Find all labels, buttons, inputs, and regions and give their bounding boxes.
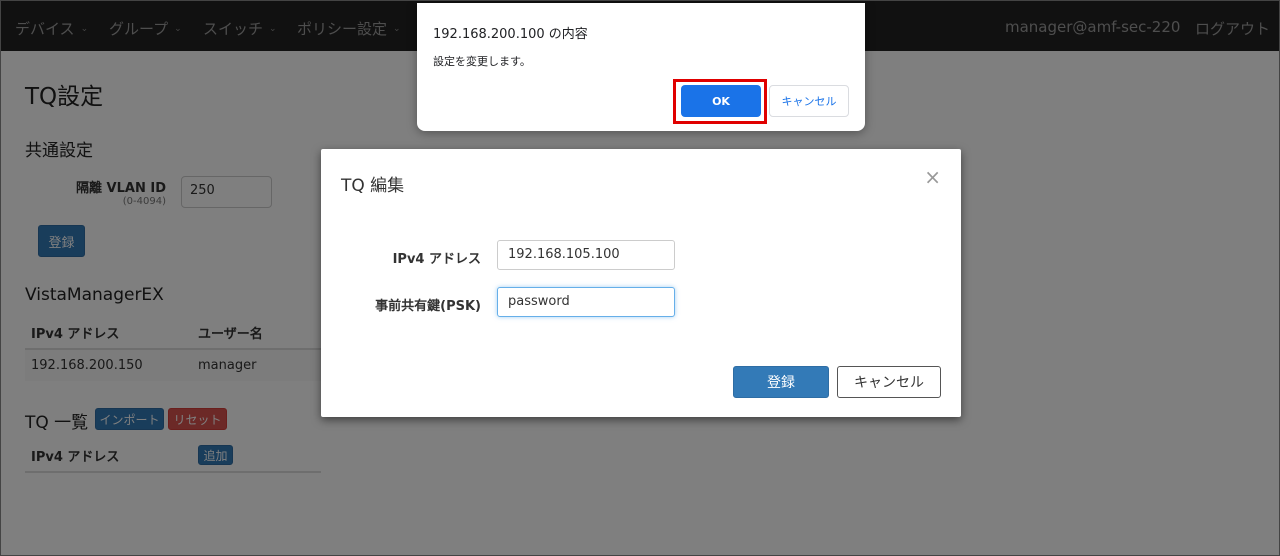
psk-input[interactable]: password bbox=[497, 287, 675, 317]
psk-label: 事前共有鍵(PSK) bbox=[375, 299, 481, 314]
tq-edit-modal: TQ 編集 × IPv4 アドレス 192.168.105.100 事前共有鍵(… bbox=[321, 149, 961, 417]
modal-cancel-button[interactable]: キャンセル bbox=[837, 366, 941, 398]
modal-title: TQ 編集 bbox=[341, 176, 405, 196]
modal-register-button[interactable]: 登録 bbox=[733, 366, 829, 398]
dialog-title: 192.168.200.100 の内容 bbox=[433, 27, 588, 42]
browser-viewport: デバイス ⌄ グループ ⌄ スイッチ ⌄ ポリシー設定 ⌄ manager@am… bbox=[0, 0, 1280, 556]
ipv4-address-input[interactable]: 192.168.105.100 bbox=[497, 240, 675, 270]
confirm-dialog: 192.168.200.100 の内容 設定を変更します。 OK キャンセル bbox=[417, 3, 865, 131]
dialog-ok-button[interactable]: OK bbox=[681, 85, 761, 117]
ipv4-address-label: IPv4 アドレス bbox=[392, 252, 481, 267]
dialog-message: 設定を変更します。 bbox=[433, 55, 531, 68]
close-icon[interactable]: × bbox=[924, 167, 941, 187]
dialog-cancel-button[interactable]: キャンセル bbox=[769, 85, 849, 117]
